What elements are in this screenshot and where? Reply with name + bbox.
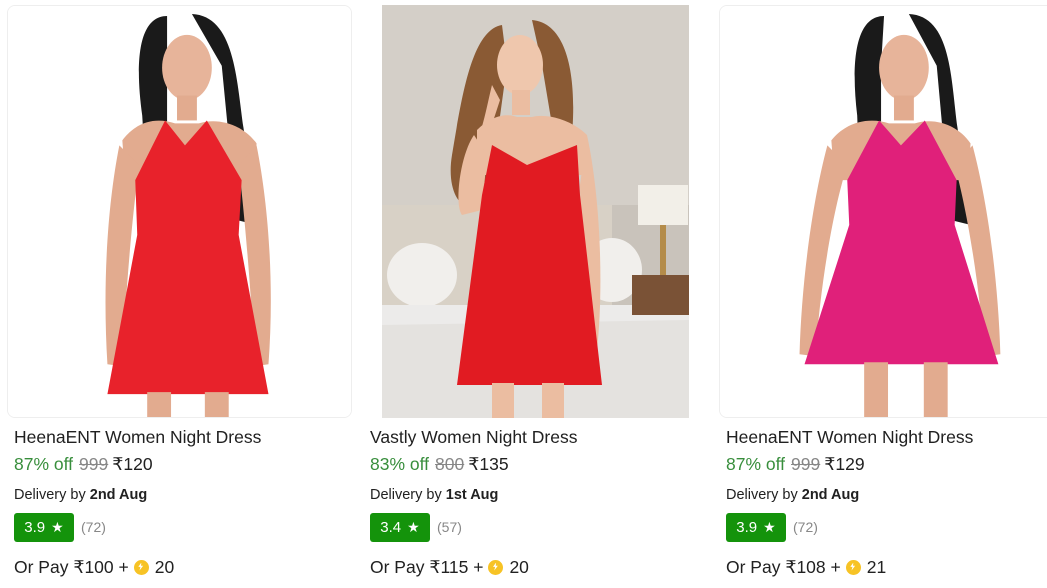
- rating-badge: 3.4 ★: [370, 512, 430, 542]
- delivery-date: 2nd Aug: [801, 487, 860, 503]
- rating-row: 3.9 ★ (72): [726, 512, 818, 542]
- supercoin-icon: [488, 559, 504, 575]
- rating-row: 3.9 ★ (72): [14, 512, 106, 542]
- product-photo: [382, 5, 689, 418]
- rating-count: (57): [437, 519, 462, 535]
- product-card[interactable]: HeenaENT Women Night Dress 87% off 999 ₹12…: [712, 0, 1047, 588]
- mrp-price: 999: [791, 454, 821, 474]
- or-pay-offer: Or Pay ₹100 + 20: [14, 557, 174, 577]
- supercoin-icon: [133, 559, 149, 575]
- rating-count: (72): [793, 519, 818, 535]
- mrp-price: 800: [435, 454, 465, 474]
- or-pay-text: Or Pay ₹115 +: [370, 557, 484, 577]
- rating-value: 3.9: [736, 518, 758, 536]
- product-image[interactable]: [382, 5, 689, 418]
- rating-badge: 3.9 ★: [726, 512, 786, 542]
- delivery-info: Delivery by 1st Aug: [370, 486, 498, 504]
- price-row: 87% off 999 ₹120: [14, 454, 153, 474]
- product-title[interactable]: Vastly Women Night Dress: [370, 427, 577, 447]
- star-icon: ★: [763, 519, 776, 535]
- delivery-date: 2nd Aug: [89, 487, 148, 503]
- product-card[interactable]: HeenaENT Women Night Dress 87% off 999 ₹12…: [0, 0, 356, 588]
- star-icon: ★: [51, 519, 64, 535]
- or-pay-offer: Or Pay ₹108 + 21: [726, 557, 886, 577]
- mrp-price: 999: [79, 454, 109, 474]
- product-card[interactable]: Vastly Women Night Dress 83% off 800 ₹135 …: [356, 0, 712, 588]
- price-row: 83% off 800 ₹135: [370, 454, 509, 474]
- delivery-prefix: Delivery by: [370, 487, 442, 503]
- supercoin-icon: [845, 559, 861, 575]
- discount-label: 83% off: [370, 454, 430, 474]
- rating-value: 3.4: [380, 518, 402, 536]
- product-image[interactable]: [7, 5, 352, 418]
- star-icon: ★: [407, 519, 420, 535]
- or-pay-text: Or Pay ₹108 +: [726, 557, 841, 577]
- product-title[interactable]: HeenaENT Women Night Dress: [726, 427, 973, 447]
- or-pay-offer: Or Pay ₹115 + 20: [370, 557, 529, 577]
- selling-price: ₹129: [824, 454, 865, 474]
- coin-count: 21: [866, 557, 887, 577]
- discount-label: 87% off: [14, 454, 74, 474]
- or-pay-text: Or Pay ₹100 +: [14, 557, 129, 577]
- discount-label: 87% off: [726, 454, 786, 474]
- delivery-prefix: Delivery by: [14, 487, 86, 503]
- product-image[interactable]: [719, 5, 1047, 418]
- coin-count: 20: [154, 557, 175, 577]
- product-title[interactable]: HeenaENT Women Night Dress: [14, 427, 261, 447]
- coin-count: 20: [509, 557, 529, 577]
- rating-row: 3.4 ★ (57): [370, 512, 462, 542]
- product-photo: [8, 6, 351, 417]
- rating-count: (72): [81, 519, 106, 535]
- selling-price: ₹135: [468, 454, 509, 474]
- rating-value: 3.9: [24, 518, 46, 536]
- selling-price: ₹120: [112, 454, 153, 474]
- delivery-info: Delivery by 2nd Aug: [14, 486, 147, 504]
- delivery-date: 1st Aug: [445, 487, 499, 503]
- rating-badge: 3.9 ★: [14, 512, 74, 542]
- delivery-info: Delivery by 2nd Aug: [726, 486, 859, 504]
- delivery-prefix: Delivery by: [726, 487, 798, 503]
- product-photo: [720, 6, 1047, 417]
- price-row: 87% off 999 ₹129: [726, 454, 865, 474]
